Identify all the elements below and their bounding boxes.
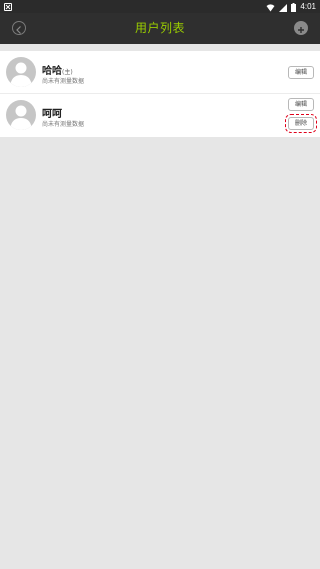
notification-icon (4, 2, 12, 11)
avatar (6, 57, 36, 87)
user-name: 呵呵 (42, 105, 62, 120)
plus-circle-icon (297, 19, 305, 38)
user-row[interactable]: 哈哈(主) 尚未有测量数据 编辑 (0, 51, 320, 94)
add-user-button[interactable] (294, 21, 308, 35)
user-list: 哈哈(主) 尚未有测量数据 编辑 呵呵 尚未有测量数据 编辑 删除 (0, 51, 320, 137)
status-time: 4:01 (300, 2, 316, 11)
user-name: 哈哈(主) (42, 62, 73, 77)
user-status: 尚未有测量数据 (42, 121, 85, 128)
edit-button[interactable]: 编辑 (288, 98, 314, 111)
edit-button[interactable]: 编辑 (288, 66, 314, 79)
delete-button[interactable]: 删除 (285, 114, 317, 133)
primary-tag: (主) (62, 69, 73, 76)
user-status: 尚未有测量数据 (42, 78, 85, 85)
user-row[interactable]: 呵呵 尚未有测量数据 编辑 删除 (0, 94, 320, 137)
page-title: 用户列表 (134, 21, 185, 35)
status-bar: 4:01 (0, 0, 320, 13)
app-header: 用户列表 (0, 13, 320, 44)
avatar (6, 100, 36, 130)
